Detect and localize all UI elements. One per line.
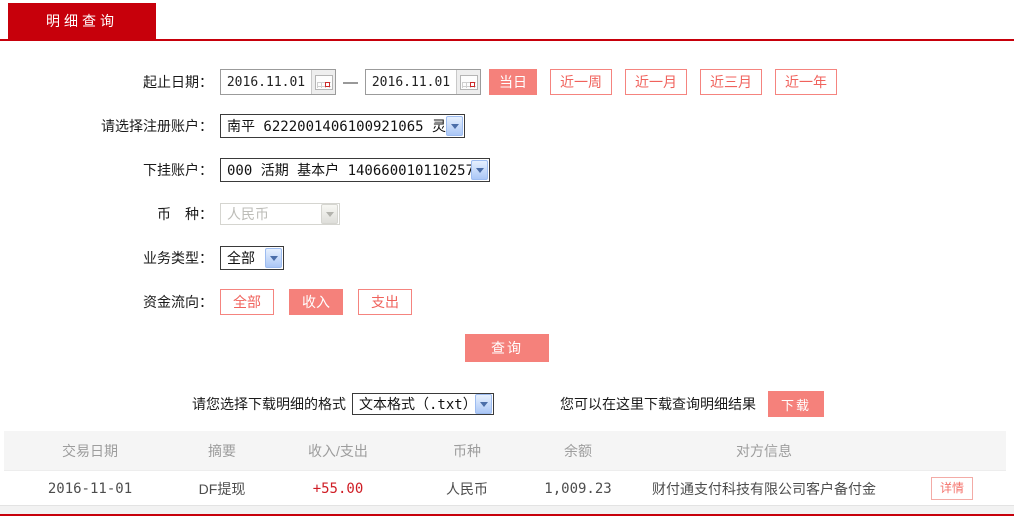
fund-flow-label: 资金流向： [143, 294, 213, 310]
chevron-down-icon [471, 160, 488, 180]
chevron-down-icon [265, 248, 282, 268]
quick-range-3months-button[interactable]: 近三月 [700, 69, 762, 95]
start-date-box [220, 69, 336, 95]
currency-value: 人民币 [227, 207, 269, 223]
download-row: 请您选择下载明细的格式 文本格式（.txt） 您可以在这里下载查询明细结果 下载 [0, 391, 1014, 417]
tab-detail-query[interactable]: 明细查询 [8, 3, 156, 39]
header-summary: 摘要 [208, 442, 236, 459]
sub-account-row: 下挂账户： 000 活期 基本户 1406600101102571848 [0, 157, 1014, 183]
cell-amount: +55.00 [312, 480, 364, 497]
currency-row: 币 种： 人民币 [0, 201, 1014, 227]
date-separator: — [343, 73, 358, 91]
currency-label: 币 种： [157, 206, 213, 222]
quick-range-month-button[interactable]: 近一月 [625, 69, 687, 95]
sub-account-label: 下挂账户： [143, 162, 213, 178]
header-date: 交易日期 [62, 442, 118, 459]
fund-flow-all-button[interactable]: 全部 [220, 289, 274, 315]
query-button[interactable]: 查询 [465, 334, 549, 362]
calendar-icon[interactable] [456, 70, 480, 94]
register-account-select[interactable]: 南平 6222001406100921065 灵通卡 [220, 114, 465, 138]
chevron-down-icon [321, 204, 338, 224]
download-hint: 您可以在这里下载查询明细结果 [560, 396, 756, 412]
tab-bar: 明细查询 [0, 0, 1014, 41]
date-range-label: 起止日期： [143, 74, 213, 90]
fund-flow-expense-button[interactable]: 支出 [358, 289, 412, 315]
download-format-select[interactable]: 文本格式（.txt） [352, 393, 494, 415]
chevron-down-icon [475, 394, 492, 414]
end-date-input[interactable] [366, 70, 456, 94]
header-counterparty: 对方信息 [736, 442, 792, 459]
header-currency: 币种 [453, 442, 481, 459]
cell-counterparty: 财付通支付科技有限公司客户备付金 [652, 480, 876, 497]
fund-flow-row: 资金流向： 全部 收入 支出 [0, 289, 1014, 315]
business-type-value: 全部 [227, 251, 255, 267]
header-amount: 收入/支出 [308, 442, 368, 459]
cell-summary: DF提现 [198, 480, 246, 497]
table-row: 2016-11-01 DF提现 +55.00 人民币 1,009.23 财付通支… [4, 471, 1006, 507]
download-button[interactable]: 下载 [768, 391, 824, 417]
business-type-label: 业务类型： [143, 250, 213, 266]
query-form: 起止日期： — 当日 近一周 近一月 近三月 近一年 请选择注册账户： [0, 41, 1014, 315]
currency-select: 人民币 [220, 203, 340, 225]
sub-account-select[interactable]: 000 活期 基本户 1406600101102571848 [220, 158, 490, 182]
download-format-label: 请您选择下载明细的格式 [192, 396, 346, 412]
download-format-value: 文本格式（.txt） [359, 397, 475, 413]
date-range-row: 起止日期： — 当日 近一周 近一月 近三月 近一年 [0, 69, 1014, 95]
cell-currency: 人民币 [446, 480, 488, 497]
end-date-box [365, 69, 481, 95]
cell-balance: 1,009.23 [544, 480, 612, 497]
footer-strip [0, 505, 1014, 514]
start-date-input[interactable] [221, 70, 311, 94]
business-type-select[interactable]: 全部 [220, 246, 284, 270]
register-account-label: 请选择注册账户： [101, 118, 213, 134]
query-button-row: 查询 [0, 334, 1014, 362]
table-header-row: 交易日期 摘要 收入/支出 币种 余额 对方信息 [4, 431, 1006, 471]
detail-button[interactable]: 详情 [931, 477, 973, 500]
calendar-icon[interactable] [311, 70, 335, 94]
detail-query-page: 明细查询 起止日期： — 当日 近一周 近一月 近三月 近一年 [0, 0, 1014, 516]
register-account-value: 南平 6222001406100921065 灵通卡 [227, 119, 446, 135]
fund-flow-income-button[interactable]: 收入 [289, 289, 343, 315]
quick-range-today-button[interactable]: 当日 [489, 69, 537, 95]
quick-range-year-button[interactable]: 近一年 [775, 69, 837, 95]
cell-date: 2016-11-01 [47, 480, 133, 497]
header-balance: 余额 [564, 442, 592, 459]
chevron-down-icon [446, 116, 463, 136]
sub-account-value: 000 活期 基本户 1406600101102571848 [227, 163, 471, 179]
results-table: 交易日期 摘要 收入/支出 币种 余额 对方信息 2016-11-01 DF提现… [4, 431, 1006, 507]
quick-range-week-button[interactable]: 近一周 [550, 69, 612, 95]
register-account-row: 请选择注册账户： 南平 6222001406100921065 灵通卡 [0, 113, 1014, 139]
business-type-row: 业务类型： 全部 [0, 245, 1014, 271]
